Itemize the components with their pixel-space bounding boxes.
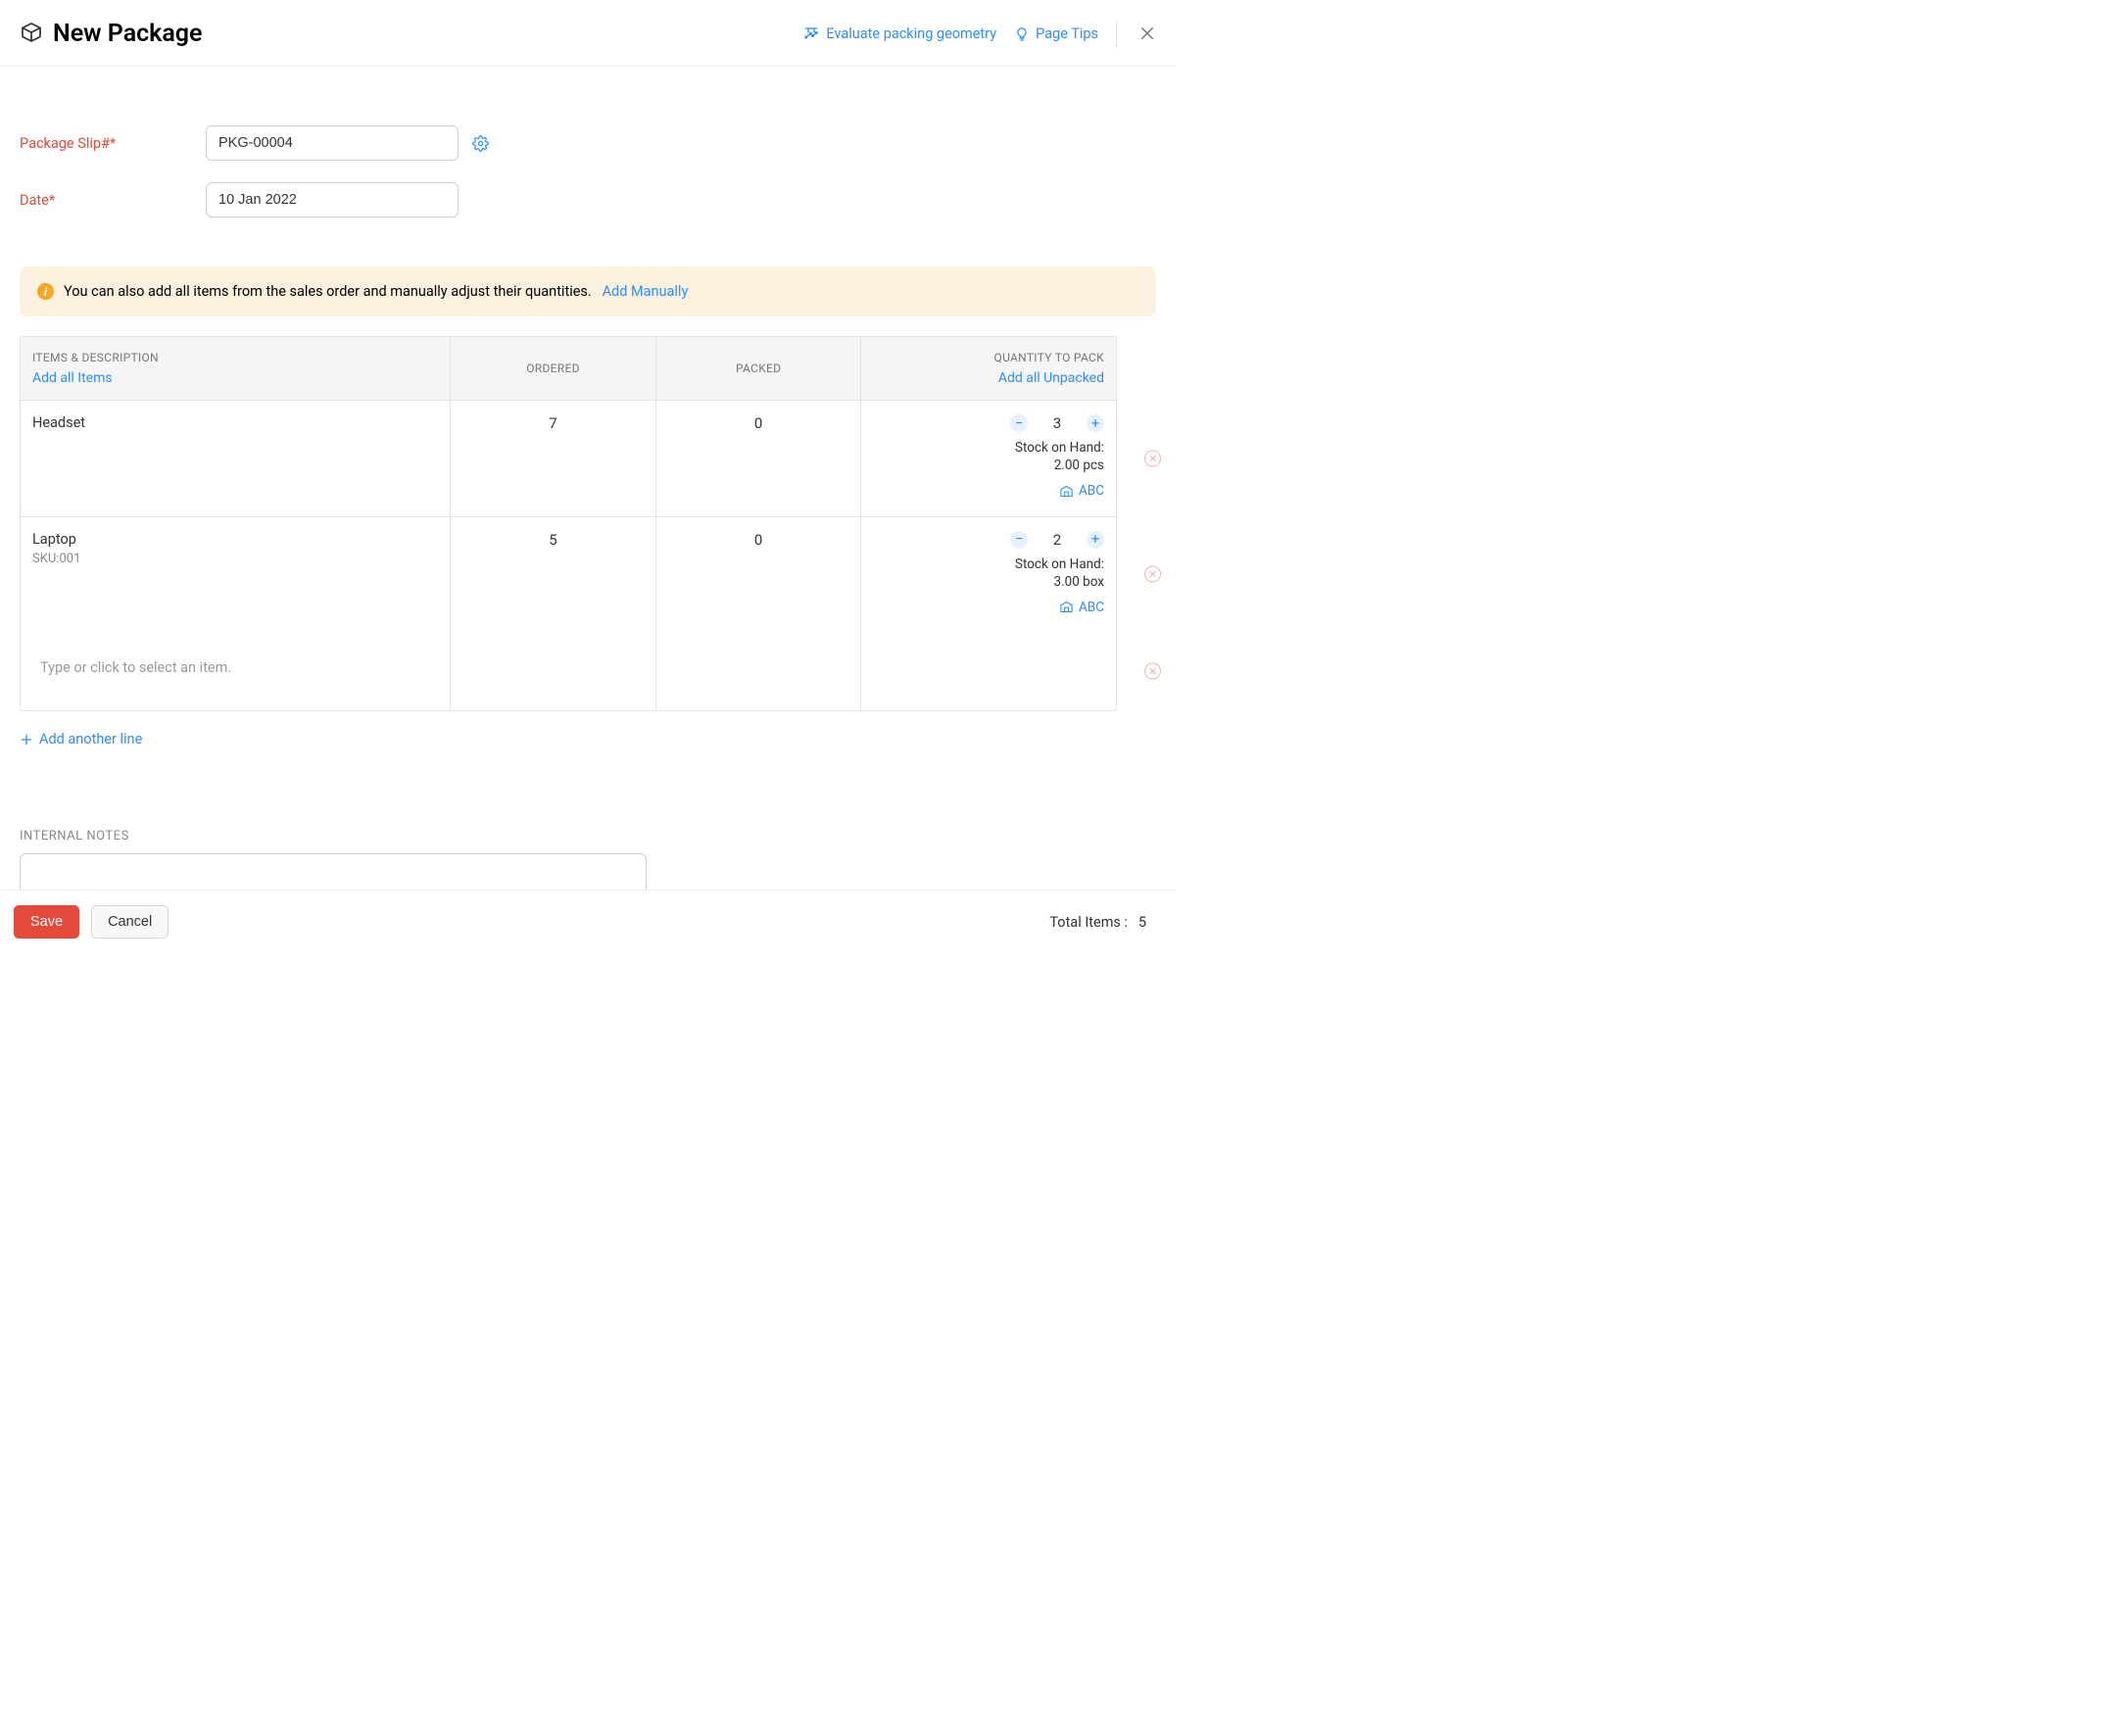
quantity-value: 3 — [1051, 414, 1063, 432]
info-banner: i You can also add all items from the sa… — [20, 266, 1156, 316]
page-title: New Package — [53, 20, 202, 48]
increment-button[interactable]: + — [1087, 531, 1104, 549]
package-slip-settings-button[interactable] — [472, 135, 489, 152]
th-qty: QUANTITY TO PACK — [994, 351, 1104, 364]
item-packed: 0 — [656, 401, 862, 516]
stock-on-hand-value: 2.00 pcs — [873, 458, 1104, 473]
page-header: New Package Evaluate packing geometry Pa… — [0, 0, 1176, 67]
box-geometry-icon — [802, 25, 820, 43]
decrement-button[interactable]: − — [1010, 531, 1028, 549]
item-sku: SKU:001 — [32, 552, 438, 566]
warehouse-link[interactable]: ABC — [1059, 600, 1104, 615]
package-slip-input[interactable] — [206, 125, 459, 161]
date-input[interactable] — [206, 182, 459, 217]
cancel-button[interactable]: Cancel — [91, 905, 169, 939]
warehouse-label: ABC — [1079, 600, 1104, 615]
table-row: Laptop SKU:001 5 0 − 2 + Stock on Hand: … — [21, 517, 1116, 633]
item-select-placeholder[interactable]: Type or click to select an item. — [21, 632, 451, 710]
delete-row-button[interactable] — [1144, 450, 1161, 466]
plus-icon — [20, 733, 33, 747]
info-icon: i — [37, 283, 54, 300]
warehouse-label: ABC — [1079, 483, 1104, 499]
x-icon — [1148, 454, 1157, 462]
lightbulb-icon — [1014, 26, 1030, 42]
internal-notes-input[interactable] — [20, 853, 647, 891]
internal-notes-label: INTERNAL NOTES — [20, 829, 1156, 844]
add-another-line-button[interactable]: Add another line — [20, 731, 142, 747]
item-packed: 0 — [656, 517, 862, 633]
package-slip-label: Package Slip#* — [20, 135, 206, 152]
add-another-line-label: Add another line — [39, 731, 142, 747]
close-button[interactable] — [1135, 21, 1156, 48]
evaluate-packing-label: Evaluate packing geometry — [826, 25, 996, 42]
page-tips-button[interactable]: Page Tips — [1014, 25, 1098, 42]
th-packed: PACKED — [736, 362, 781, 375]
gear-icon — [472, 135, 489, 152]
warehouse-link[interactable]: ABC — [1059, 483, 1104, 499]
total-items-label: Total Items : — [1049, 914, 1128, 931]
delete-row-button[interactable] — [1144, 663, 1161, 680]
increment-button[interactable]: + — [1087, 414, 1104, 432]
th-items: ITEMS & DESCRIPTION — [32, 351, 159, 364]
stock-on-hand-label: Stock on Hand: — [873, 556, 1104, 572]
th-ordered: ORDERED — [526, 362, 580, 375]
divider — [1116, 21, 1117, 48]
total-items-value: 5 — [1138, 914, 1146, 931]
package-icon — [20, 21, 43, 48]
table-row: Headset 7 0 − 3 + Stock on Hand: 2.00 pc… — [21, 401, 1116, 517]
item-ordered: 7 — [451, 401, 656, 516]
items-table: ITEMS & DESCRIPTION Add all Items ORDERE… — [20, 336, 1117, 711]
add-all-items-link[interactable]: Add all Items — [32, 370, 438, 386]
item-name: Headset — [32, 414, 438, 431]
footer-bar: Save Cancel Total Items : 5 — [0, 890, 1176, 953]
stock-on-hand-value: 3.00 box — [873, 574, 1104, 590]
quantity-value: 2 — [1051, 531, 1063, 549]
page-tips-label: Page Tips — [1036, 25, 1098, 42]
add-all-unpacked-link[interactable]: Add all Unpacked — [873, 370, 1104, 386]
item-name: Laptop — [32, 531, 438, 548]
item-ordered: 5 — [451, 517, 656, 633]
stock-on-hand-label: Stock on Hand: — [873, 440, 1104, 456]
x-icon — [1148, 570, 1157, 579]
evaluate-packing-link[interactable]: Evaluate packing geometry — [802, 25, 996, 43]
save-button[interactable]: Save — [14, 905, 79, 939]
close-icon — [1138, 24, 1156, 42]
x-icon — [1148, 667, 1157, 676]
date-label: Date* — [20, 192, 206, 209]
add-manually-link[interactable]: Add Manually — [603, 283, 689, 300]
warehouse-icon — [1059, 484, 1074, 499]
warehouse-icon — [1059, 600, 1074, 614]
delete-row-button[interactable] — [1144, 566, 1161, 583]
new-item-row[interactable]: Type or click to select an item. — [21, 632, 1116, 710]
decrement-button[interactable]: − — [1010, 414, 1028, 432]
info-banner-text: You can also add all items from the sale… — [64, 283, 592, 300]
